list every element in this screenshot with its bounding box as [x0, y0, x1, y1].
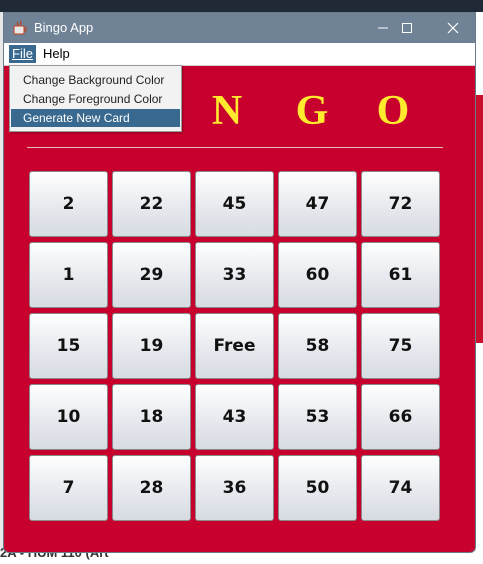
bingo-cell[interactable]: 29 [112, 242, 191, 308]
bingo-cell[interactable]: 36 [195, 455, 274, 521]
bingo-cell[interactable]: 15 [29, 313, 108, 379]
desktop-top-strip [0, 0, 483, 12]
menu-item-change-background-color[interactable]: Change Background Color [11, 71, 180, 89]
bingo-grid: 2 22 45 47 72 1 29 33 60 61 15 19 Free 5… [29, 171, 442, 525]
bingo-cell[interactable]: 28 [112, 455, 191, 521]
header-letter-n: N [211, 88, 243, 134]
file-menu-dropdown: Change Background Color Change Foregroun… [9, 65, 182, 132]
maximize-icon [402, 23, 412, 33]
desktop-right-red-panel [476, 95, 483, 343]
bingo-cell[interactable]: 43 [195, 384, 274, 450]
bingo-cell[interactable]: 47 [278, 171, 357, 237]
menu-help[interactable]: Help [40, 45, 73, 63]
bingo-cell[interactable]: 2 [29, 171, 108, 237]
bingo-cell[interactable]: 50 [278, 455, 357, 521]
header-divider [27, 147, 443, 148]
bingo-cell[interactable]: 75 [361, 313, 440, 379]
bingo-cell[interactable]: 72 [361, 171, 440, 237]
menu-file[interactable]: File [9, 45, 36, 63]
bingo-cell[interactable]: 60 [278, 242, 357, 308]
header-letter-o: O [376, 88, 410, 134]
title-bar[interactable]: Bingo App [4, 13, 475, 43]
bingo-cell[interactable]: 74 [361, 455, 440, 521]
close-button[interactable] [430, 13, 476, 43]
bingo-cell[interactable]: 18 [112, 384, 191, 450]
bingo-cell[interactable]: 22 [112, 171, 191, 237]
bingo-window: Bingo App File Help Change Background Co… [3, 12, 476, 553]
maximize-button[interactable] [384, 13, 430, 43]
bingo-cell[interactable]: 33 [195, 242, 274, 308]
menu-item-change-foreground-color[interactable]: Change Foreground Color [11, 90, 180, 108]
bingo-cell-free[interactable]: Free [195, 313, 274, 379]
bingo-cell[interactable]: 45 [195, 171, 274, 237]
menu-bar: File Help [4, 43, 475, 66]
java-app-icon [13, 20, 27, 35]
bingo-cell[interactable]: 7 [29, 455, 108, 521]
bingo-cell[interactable]: 53 [278, 384, 357, 450]
bingo-cell[interactable]: 66 [361, 384, 440, 450]
bingo-cell[interactable]: 1 [29, 242, 108, 308]
bingo-cell[interactable]: 61 [361, 242, 440, 308]
header-letter-g: G [295, 88, 329, 134]
window-title: Bingo App [34, 20, 94, 35]
bingo-cell[interactable]: 10 [29, 384, 108, 450]
close-icon [447, 22, 459, 34]
bingo-cell[interactable]: 58 [278, 313, 357, 379]
bingo-cell[interactable]: 19 [112, 313, 191, 379]
menu-item-generate-new-card[interactable]: Generate New Card [11, 109, 180, 127]
